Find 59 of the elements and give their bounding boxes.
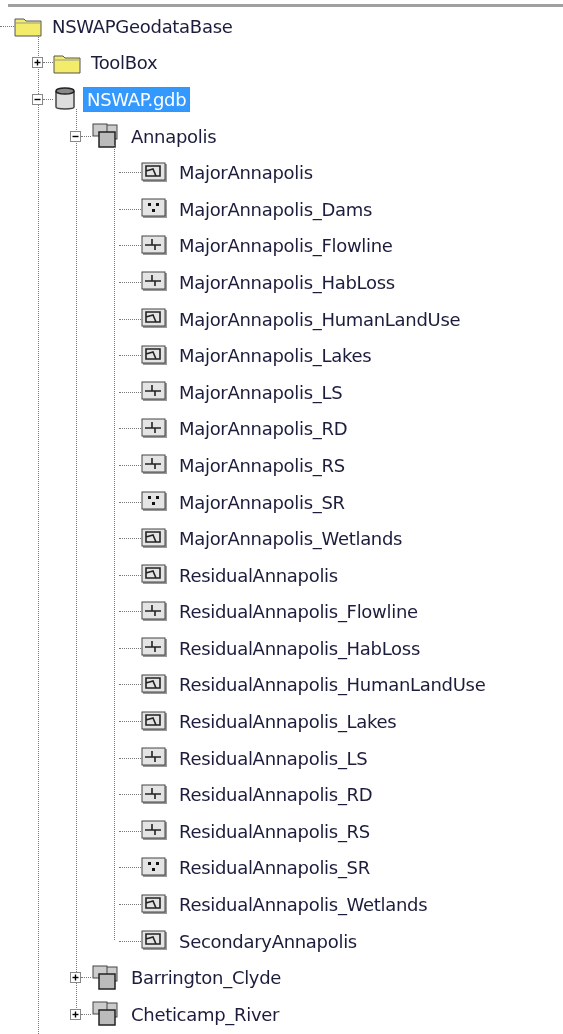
tree-item[interactable]: MajorAnnapolis_Wetlands [175,526,407,552]
tree-item[interactable]: ResidualAnnapolis_RD [175,782,377,808]
tree-item[interactable]: ResidualAnnapolis_Wetlands [175,892,432,918]
line-layer-icon [141,454,169,477]
folder-icon [14,15,42,38]
tree-item[interactable]: MajorAnnapolis_HumanLandUse [175,306,465,332]
point-layer-icon [141,491,169,513]
tree-item[interactable]: MajorAnnapolis_LS [175,379,347,405]
tree-item[interactable]: ResidualAnnapolis_LS [175,745,372,771]
tree-item[interactable]: ResidualAnnapolis_Flowline [175,599,422,625]
line-layer-icon [141,381,169,404]
dataset-icon [91,964,121,991]
tree-item[interactable]: ResidualAnnapolis_HumanLandUse [175,672,490,698]
tree-item[interactable]: ResidualAnnapolis_HabLoss [175,635,424,661]
polygon-layer-icon [141,893,169,916]
database-icon [53,86,77,113]
collapse-toggle[interactable] [70,130,81,142]
polygon-layer-icon [141,161,169,184]
line-layer-icon [141,417,169,440]
polygon-layer-icon [141,710,169,733]
point-layer-icon [141,198,169,221]
tree-item[interactable]: Cheticamp_River [127,1001,284,1027]
tree-item[interactable]: MajorAnnapolis_RD [175,416,352,442]
collapse-toggle[interactable] [32,94,43,105]
tree-item[interactable]: MajorAnnapolis_HabLoss [175,269,399,295]
tree-item[interactable]: MajorAnnapolis [175,160,317,186]
dataset-icon [91,123,121,150]
line-layer-icon [141,747,169,770]
line-layer-icon [141,820,169,843]
tree-item[interactable]: MajorAnnapolis_RS [175,452,349,478]
line-layer-icon [141,783,169,806]
expand-toggle[interactable] [70,972,81,984]
tree-item[interactable]: ToolBox [87,50,162,76]
line-layer-icon [141,234,169,257]
tree-item[interactable]: NSWAPGeodataBase [48,13,237,39]
polygon-layer-icon [141,527,169,550]
tree-item[interactable]: ResidualAnnapolis_RS [175,818,374,844]
line-layer-icon [141,637,169,660]
polygon-layer-icon [141,930,169,953]
polygon-layer-icon [141,308,169,331]
tree-item[interactable]: Annapolis [127,123,221,149]
tree-item[interactable]: MajorAnnapolis_Flowline [175,233,397,259]
expand-toggle[interactable] [70,1008,81,1020]
dataset-icon [91,1001,121,1028]
tree-item[interactable]: MajorAnnapolis_SR [175,489,349,515]
tree-item[interactable]: ResidualAnnapolis_SR [175,855,374,881]
tree-item[interactable]: SecondaryAnnapolis [175,928,361,954]
point-layer-icon [141,856,169,879]
tree-item[interactable]: MajorAnnapolis_Dams [175,196,377,222]
polygon-layer-icon [141,674,169,696]
tree-item[interactable]: MajorAnnapolis_Lakes [175,343,376,369]
tree-item[interactable]: Barrington_Clyde [127,965,286,991]
polygon-layer-icon [141,344,169,367]
tree-item[interactable]: ResidualAnnapolis_Lakes [175,709,401,735]
expand-toggle[interactable] [32,57,43,69]
line-layer-icon [141,271,169,294]
tree-item[interactable]: ResidualAnnapolis [175,562,342,588]
line-layer-icon [141,600,169,623]
polygon-layer-icon [141,564,169,587]
